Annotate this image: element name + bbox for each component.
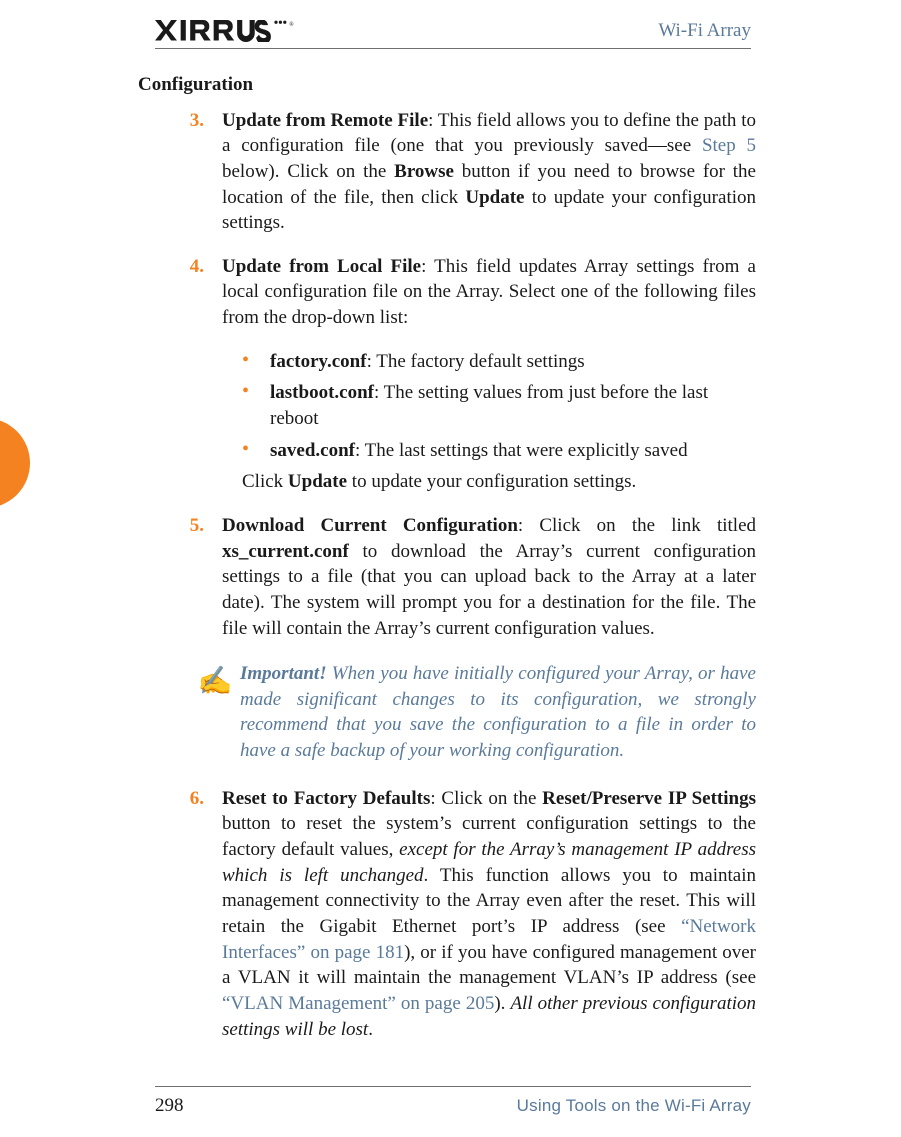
file-name: xs_current.conf	[222, 541, 349, 562]
hand-write-icon: ✍	[190, 661, 240, 701]
footer-rule	[155, 1086, 751, 1087]
paragraph: Click Update to update your configuratio…	[242, 469, 756, 495]
text: below). Click on the	[222, 161, 394, 182]
text: : Click on the	[430, 788, 542, 809]
step-title: Download Current Configuration	[222, 515, 518, 536]
step-body: Update from Local File: This field updat…	[222, 254, 756, 331]
bullet-icon: •	[242, 438, 270, 460]
text: : The factory default settings	[367, 351, 585, 372]
svg-text:®: ®	[289, 21, 294, 28]
bullet-icon: •	[242, 349, 270, 371]
step-number: 4.	[164, 254, 222, 331]
step-number: 6.	[164, 786, 222, 1042]
document-title: Wi-Fi Array	[658, 20, 751, 42]
step-title: Update from Remote File	[222, 110, 428, 131]
step-5: 5. Download Current Configuration: Click…	[138, 513, 756, 641]
step-title: Update from Local File	[222, 256, 421, 277]
callout-text: Important! When you have initially confi…	[240, 661, 756, 764]
text: : Click on the link titled	[518, 515, 756, 536]
list-item: • factory.conf: The factory default sett…	[242, 349, 756, 375]
step-6: 6. Reset to Factory Defaults: Click on t…	[138, 786, 756, 1042]
text: .	[368, 1019, 373, 1040]
step-body: Update from Remote File: This field allo…	[222, 108, 756, 236]
crossref-link[interactable]: “VLAN Management” on page 205	[222, 993, 494, 1014]
page-header: ® Wi-Fi Array	[155, 20, 751, 49]
step-4: 4. Update from Local File: This field up…	[138, 254, 756, 331]
step-number: 5.	[164, 513, 222, 641]
step-3: 3. Update from Remote File: This field a…	[138, 108, 756, 236]
page-number: 298	[155, 1095, 184, 1117]
text: : The last settings that were explicitly…	[355, 440, 688, 461]
page-tab	[0, 418, 30, 508]
footer-chapter: Using Tools on the Wi-Fi Array	[517, 1096, 751, 1116]
step-title: Reset to Factory Defaults	[222, 788, 430, 809]
text: ).	[494, 993, 510, 1014]
list-item: • saved.conf: The last settings that wer…	[242, 438, 756, 464]
ui-label: Reset/Preserve IP Settings	[542, 788, 756, 809]
page-footer: 298 Using Tools on the Wi-Fi Array	[155, 1095, 751, 1117]
file-name: factory.conf	[270, 351, 367, 372]
file-name: saved.conf	[270, 440, 355, 461]
text: Click	[242, 471, 288, 492]
section-heading: Configuration	[138, 72, 756, 98]
ui-label: Update	[288, 471, 347, 492]
list-item: • lastboot.conf: The setting values from…	[242, 380, 756, 431]
callout-lead: Important!	[240, 663, 327, 684]
bullet-icon: •	[242, 380, 270, 402]
text: to update your configuration settings.	[347, 471, 636, 492]
step-number: 3.	[164, 108, 222, 236]
ui-label: Browse	[394, 161, 454, 182]
important-callout: ✍ Important! When you have initially con…	[190, 661, 756, 764]
sublist: • factory.conf: The factory default sett…	[242, 349, 756, 464]
file-name: lastboot.conf	[270, 382, 374, 403]
step-body: Download Current Configuration: Click on…	[222, 513, 756, 641]
ui-label: Update	[465, 187, 524, 208]
step-body: Reset to Factory Defaults: Click on the …	[222, 786, 756, 1042]
xirrus-logo: ®	[155, 20, 302, 42]
crossref-link[interactable]: Step 5	[702, 135, 756, 156]
